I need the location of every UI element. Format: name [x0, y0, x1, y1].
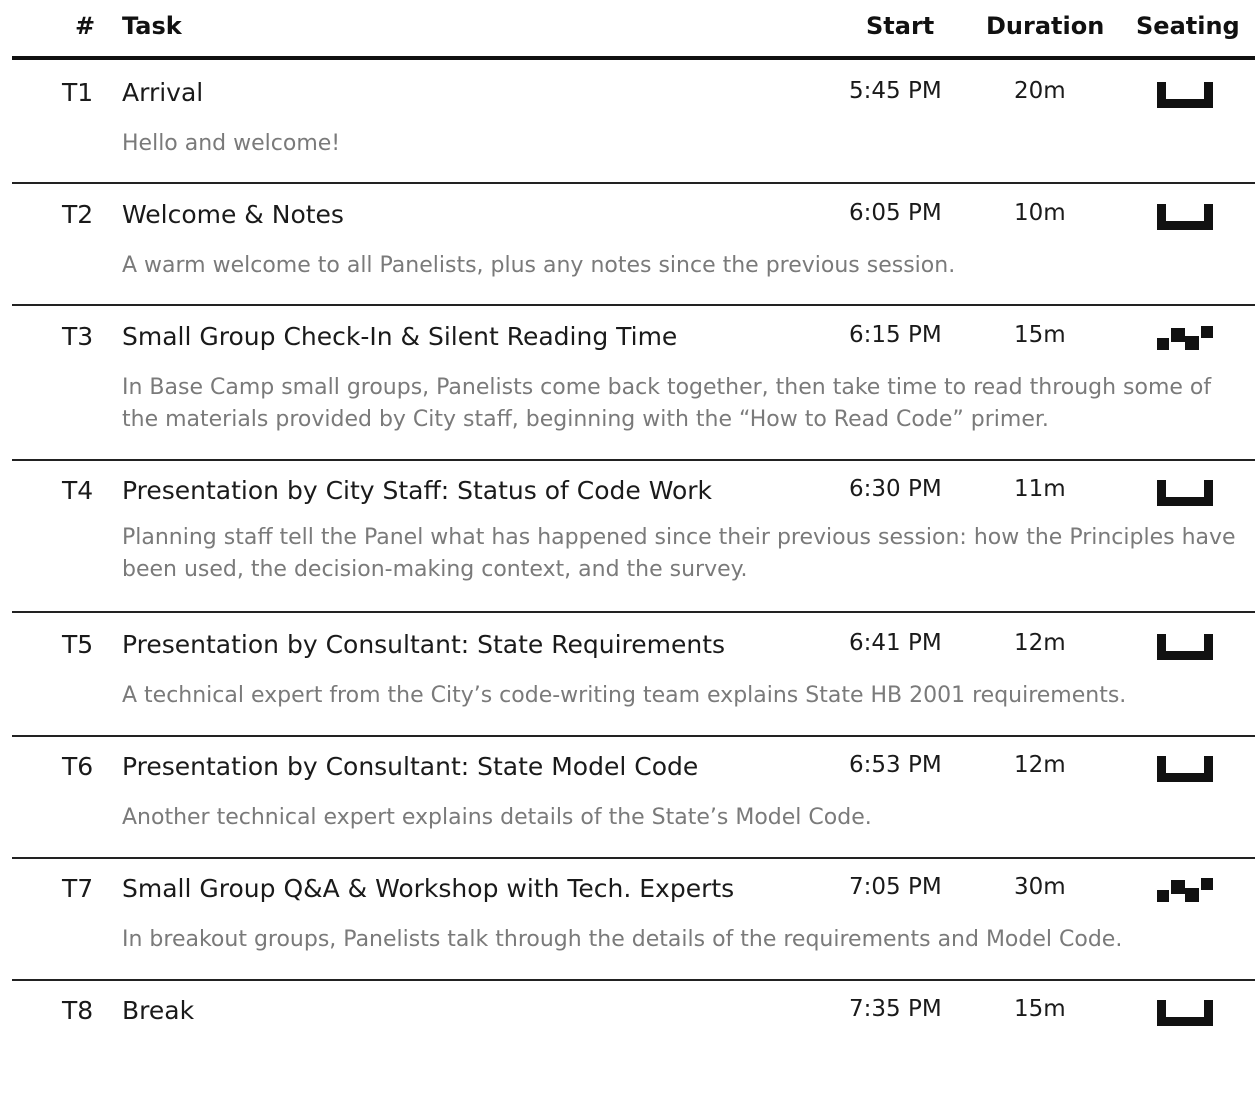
plenary-seating-icon	[1157, 82, 1213, 108]
task-number: T6	[62, 752, 94, 781]
task-start-time: 6:53 PM	[849, 752, 942, 778]
task-duration: 15m	[1014, 322, 1066, 348]
plenary-seating-icon	[1157, 634, 1213, 660]
row-divider	[12, 735, 1255, 737]
column-header-start: Start	[866, 12, 935, 40]
small-group-seating-icon	[1157, 326, 1213, 350]
row-divider	[12, 182, 1255, 184]
row-divider	[12, 459, 1255, 461]
task-duration: 12m	[1014, 630, 1066, 656]
task-title: Presentation by Consultant: State Model …	[122, 752, 699, 781]
task-title: Presentation by Consultant: State Requir…	[122, 630, 726, 659]
row-divider	[12, 857, 1255, 859]
task-start-time: 6:30 PM	[849, 476, 942, 502]
plenary-seating-icon	[1157, 1000, 1213, 1026]
task-number: T1	[62, 78, 94, 107]
task-title: Presentation by City Staff: Status of Co…	[122, 476, 713, 505]
task-duration: 12m	[1014, 752, 1066, 778]
task-start-time: 6:05 PM	[849, 200, 942, 226]
task-description: Another technical expert explains detail…	[122, 805, 872, 830]
table-header: # Task Start Duration Seating	[0, 0, 1255, 58]
task-start-time: 6:15 PM	[849, 322, 942, 348]
task-description: A warm welcome to all Panelists, plus an…	[122, 253, 956, 278]
task-number: T8	[62, 996, 94, 1025]
row-divider	[12, 611, 1255, 613]
task-number: T2	[62, 200, 94, 229]
row-divider	[12, 979, 1255, 981]
small-group-seating-icon	[1157, 878, 1213, 902]
task-description: Planning staff tell the Panel what has h…	[122, 525, 1236, 582]
task-title: Arrival	[122, 78, 204, 107]
plenary-seating-icon	[1157, 756, 1213, 782]
task-number: T4	[62, 476, 94, 505]
task-start-time: 7:35 PM	[849, 996, 942, 1022]
task-description: A technical expert from the City’s code-…	[122, 683, 1127, 708]
column-header-duration: Duration	[986, 12, 1105, 40]
plenary-seating-icon	[1157, 204, 1213, 230]
task-number: T3	[62, 322, 94, 351]
task-duration: 11m	[1014, 476, 1066, 502]
task-description: Hello and welcome!	[122, 131, 341, 156]
plenary-seating-icon	[1157, 480, 1213, 506]
task-title: Welcome & Notes	[122, 200, 344, 229]
task-description: In Base Camp small groups, Panelists com…	[122, 375, 1212, 432]
row-divider	[12, 304, 1255, 306]
task-title: Small Group Q&A & Workshop with Tech. Ex…	[122, 874, 735, 903]
task-duration: 30m	[1014, 874, 1066, 900]
task-start-time: 5:45 PM	[849, 78, 942, 104]
column-header-number: #	[75, 12, 96, 40]
column-header-task: Task	[122, 12, 182, 40]
task-duration: 10m	[1014, 200, 1066, 226]
task-description: In breakout groups, Panelists talk throu…	[122, 927, 1123, 952]
task-title: Small Group Check-In & Silent Reading Ti…	[122, 322, 678, 351]
task-title: Break	[122, 996, 195, 1025]
task-start-time: 7:05 PM	[849, 874, 942, 900]
task-duration: 15m	[1014, 996, 1066, 1022]
header-divider	[12, 56, 1255, 60]
column-header-seating: Seating	[1136, 12, 1240, 40]
task-number: T5	[62, 630, 94, 659]
task-number: T7	[62, 874, 94, 903]
task-duration: 20m	[1014, 78, 1066, 104]
task-start-time: 6:41 PM	[849, 630, 942, 656]
